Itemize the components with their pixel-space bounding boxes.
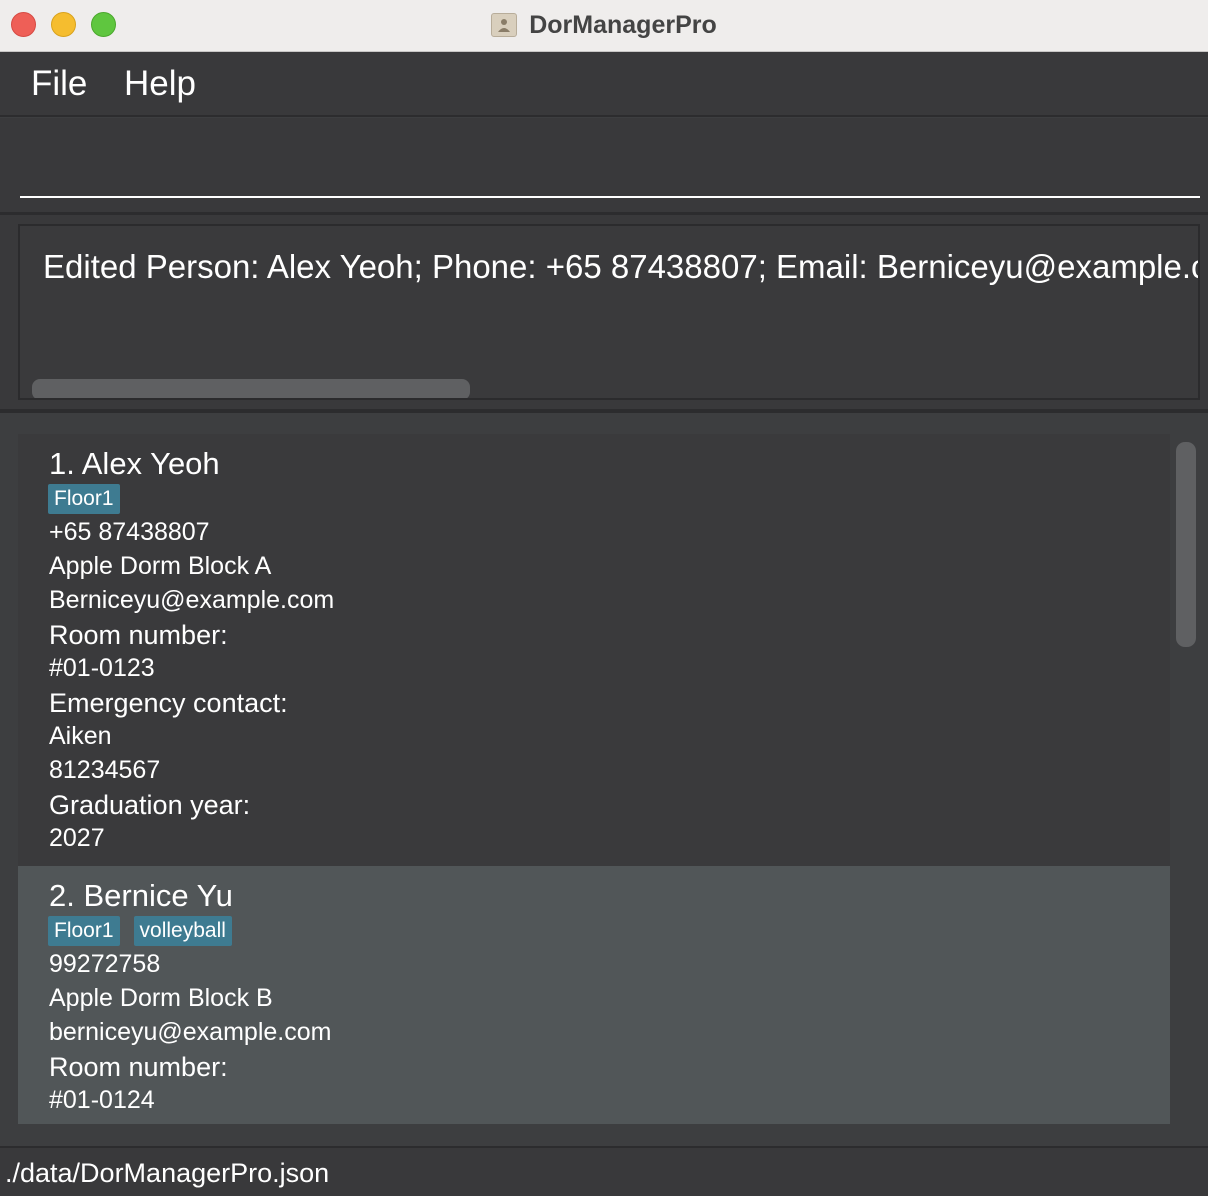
horizontal-scrollbar[interactable] bbox=[32, 379, 470, 398]
person-tags: Floor1 volleyball bbox=[48, 916, 232, 946]
result-display-panel: Edited Person: Alex Yeoh; Phone: +65 874… bbox=[0, 215, 1208, 410]
title-bar: DorManagerPro bbox=[0, 0, 1208, 52]
person-email: Berniceyu@example.com bbox=[49, 586, 335, 614]
result-message: Edited Person: Alex Yeoh; Phone: +65 874… bbox=[43, 248, 1200, 285]
emergency-contact-name: Aiken bbox=[49, 722, 112, 750]
person-address: Apple Dorm Block A bbox=[49, 552, 272, 580]
person-name: 1. Alex Yeoh bbox=[49, 446, 220, 481]
person-card[interactable]: 1. Alex Yeoh Floor1 +65 87438807 Apple D… bbox=[18, 434, 1170, 866]
tag-badge: Floor1 bbox=[48, 484, 120, 514]
person-list-panel: 1. Alex Yeoh Floor1 +65 87438807 Apple D… bbox=[0, 413, 1208, 1146]
command-box bbox=[0, 118, 1208, 213]
menu-bar: File Help bbox=[0, 52, 1208, 117]
save-file-path: ./data/DorManagerPro.json bbox=[5, 1158, 330, 1188]
window-title-container: DorManagerPro bbox=[0, 0, 1208, 50]
emergency-contact-phone: 81234567 bbox=[49, 756, 161, 784]
person-email: berniceyu@example.com bbox=[49, 1018, 332, 1046]
person-phone: +65 87438807 bbox=[49, 518, 210, 546]
menu-file[interactable]: File bbox=[31, 64, 87, 104]
graduation-year-label: Graduation year: bbox=[49, 790, 251, 820]
person-tags: Floor1 bbox=[48, 484, 120, 514]
command-input[interactable] bbox=[20, 138, 1200, 198]
result-display[interactable]: Edited Person: Alex Yeoh; Phone: +65 874… bbox=[18, 224, 1200, 400]
tag-badge: Floor1 bbox=[48, 916, 120, 946]
person-list[interactable]: 1. Alex Yeoh Floor1 +65 87438807 Apple D… bbox=[18, 434, 1170, 1124]
emergency-contact-label: Emergency contact: bbox=[49, 688, 288, 718]
person-card[interactable]: 2. Bernice Yu Floor1 volleyball 99272758… bbox=[18, 866, 1170, 1124]
status-bar: ./data/DorManagerPro.json bbox=[0, 1146, 1208, 1196]
window-title: DorManagerPro bbox=[529, 10, 717, 39]
room-number-label: Room number: bbox=[49, 1052, 228, 1082]
room-number-label: Room number: bbox=[49, 620, 228, 650]
person-address: Apple Dorm Block B bbox=[49, 984, 273, 1012]
graduation-year-value: 2027 bbox=[49, 824, 105, 852]
vertical-scrollbar[interactable] bbox=[1176, 442, 1196, 647]
room-number-value: #01-0123 bbox=[49, 654, 155, 682]
person-name: 2. Bernice Yu bbox=[49, 878, 233, 913]
person-phone: 99272758 bbox=[49, 950, 161, 978]
room-number-value: #01-0124 bbox=[49, 1086, 155, 1114]
menu-help[interactable]: Help bbox=[124, 64, 196, 104]
contacts-book-icon bbox=[491, 13, 518, 37]
tag-badge: volleyball bbox=[133, 916, 232, 946]
